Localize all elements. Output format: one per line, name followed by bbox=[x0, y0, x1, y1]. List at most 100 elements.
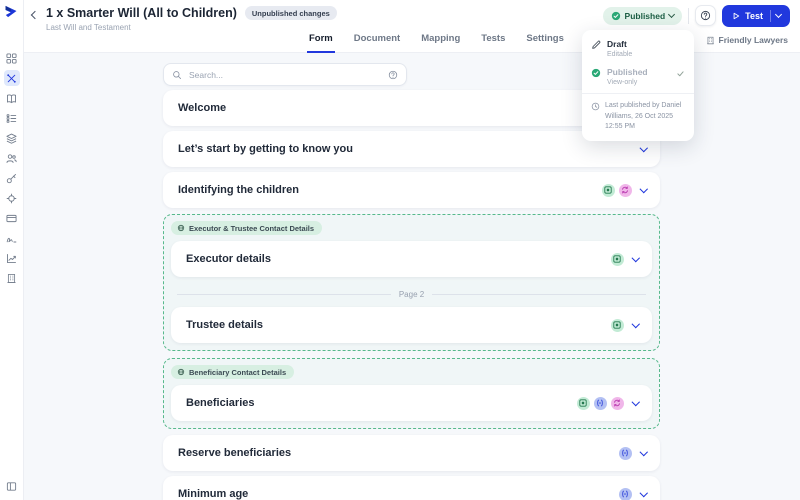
group-label: Executor & Trustee Contact Details bbox=[189, 223, 315, 233]
section-title: Reserve beneficiaries bbox=[178, 447, 292, 459]
tab-settings[interactable]: Settings bbox=[524, 28, 565, 53]
credit-card-icon[interactable] bbox=[4, 210, 20, 226]
section-title: Trustee details bbox=[186, 319, 264, 331]
status-dropdown-menu: Draft Editable Published View-only Last pub… bbox=[582, 30, 694, 141]
unpublished-changes-badge: Unpublished changes bbox=[244, 6, 337, 20]
logic-badge[interactable] bbox=[593, 396, 607, 410]
section-card-executor-details[interactable]: Executor details bbox=[171, 241, 652, 277]
section-card-minimum-age[interactable]: Minimum age bbox=[163, 476, 660, 500]
logic-badge[interactable] bbox=[618, 487, 632, 500]
layers-icon[interactable] bbox=[4, 130, 20, 146]
chevron-down-icon[interactable] bbox=[639, 144, 648, 152]
chevron-down-icon[interactable] bbox=[639, 489, 648, 497]
users-icon[interactable] bbox=[4, 150, 20, 166]
menu-divider bbox=[582, 93, 694, 94]
building-icon bbox=[706, 36, 715, 45]
contact-group-executor-trustee-contact-details: Executor & Trustee Contact Details Execut… bbox=[163, 214, 660, 351]
checklist-icon[interactable] bbox=[4, 110, 20, 126]
search-help-icon[interactable] bbox=[388, 70, 398, 80]
mapping-badge[interactable] bbox=[610, 252, 624, 266]
logic-badge[interactable] bbox=[618, 446, 632, 460]
status-button-label: Published bbox=[624, 10, 666, 21]
book-icon[interactable] bbox=[4, 90, 20, 106]
check-icon bbox=[676, 69, 685, 78]
menu-option-draft[interactable]: Draft Editable bbox=[582, 34, 694, 62]
automation-icon[interactable] bbox=[3, 70, 20, 86]
target-icon[interactable] bbox=[4, 190, 20, 206]
group-label-pill[interactable]: Executor & Trustee Contact Details bbox=[171, 221, 323, 235]
section-badges bbox=[601, 183, 632, 197]
menu-option-text: Draft Editable bbox=[607, 39, 632, 58]
section-card-beneficiaries[interactable]: Beneficiaries bbox=[171, 385, 652, 421]
group-label: Beneficiary Contact Details bbox=[189, 367, 287, 377]
workspace-badge[interactable]: Friendly Lawyers bbox=[706, 35, 788, 45]
last-published-text: Last published by Daniel Williams, 26 Oc… bbox=[605, 102, 682, 130]
help-button[interactable] bbox=[695, 5, 717, 26]
globe-icon bbox=[177, 368, 185, 376]
group-label-pill[interactable]: Beneficiary Contact Details bbox=[171, 365, 295, 379]
grid-icon[interactable] bbox=[4, 50, 20, 66]
chevron-down-icon[interactable] bbox=[631, 320, 640, 328]
page-divider: Page 2 bbox=[177, 290, 647, 299]
check-circle-icon bbox=[611, 11, 621, 21]
menu-option-label: Published bbox=[607, 67, 648, 77]
section-badges bbox=[610, 318, 624, 332]
menu-option-label: Draft bbox=[607, 39, 627, 49]
mapping-badge[interactable] bbox=[576, 396, 590, 410]
check-circle-icon bbox=[591, 68, 601, 78]
app-logo-icon[interactable] bbox=[4, 4, 19, 19]
page-divider-label: Page 2 bbox=[398, 290, 425, 299]
section-list: Welcome Let’s start by getting to know yo… bbox=[163, 90, 660, 500]
mapping-badge[interactable] bbox=[610, 318, 624, 332]
divider bbox=[688, 7, 690, 24]
chevron-down-icon[interactable] bbox=[639, 185, 648, 193]
repeat-badge[interactable] bbox=[618, 183, 632, 197]
back-button[interactable] bbox=[30, 10, 40, 20]
signature-icon[interactable] bbox=[4, 230, 20, 246]
sidebar-nav bbox=[3, 50, 20, 286]
section-badges bbox=[618, 446, 632, 460]
search-bar bbox=[163, 63, 407, 86]
panel-collapse-icon[interactable] bbox=[0, 481, 22, 492]
tab-tests[interactable]: Tests bbox=[479, 28, 507, 53]
globe-icon bbox=[177, 224, 185, 232]
section-title: Executor details bbox=[186, 253, 271, 265]
divider-line bbox=[177, 294, 391, 295]
repeat-badge[interactable] bbox=[610, 396, 624, 410]
section-card-reserve-beneficiaries[interactable]: Reserve beneficiaries bbox=[163, 435, 660, 471]
test-button-label: Test bbox=[745, 10, 763, 21]
test-button[interactable]: Test bbox=[722, 4, 790, 27]
chevron-down-icon[interactable] bbox=[639, 448, 648, 456]
section-badges bbox=[576, 396, 624, 410]
search-input[interactable] bbox=[187, 68, 383, 81]
chevron-down-icon[interactable] bbox=[631, 398, 640, 406]
pencil-icon bbox=[591, 40, 601, 50]
tab-document[interactable]: Document bbox=[352, 28, 402, 53]
section-card-trustee-details[interactable]: Trustee details bbox=[171, 307, 652, 343]
chart-icon[interactable] bbox=[4, 250, 20, 266]
section-badges bbox=[610, 252, 624, 266]
page-title: 1 x Smarter Will (All to Children) bbox=[46, 6, 237, 20]
search-icon bbox=[172, 70, 182, 80]
section-card-identifying-the-children[interactable]: Identifying the children bbox=[163, 172, 660, 208]
mapping-badge[interactable] bbox=[601, 183, 615, 197]
chevron-down-icon bbox=[774, 10, 783, 19]
tabs: Form Document Mapping Tests Settings bbox=[307, 28, 566, 53]
building-icon[interactable] bbox=[4, 270, 20, 286]
menu-option-published[interactable]: Published View-only bbox=[582, 62, 694, 90]
last-published-note: Last published by Daniel Williams, 26 Oc… bbox=[582, 97, 694, 139]
divider-line bbox=[432, 294, 647, 295]
menu-option-text: Published View-only bbox=[607, 67, 648, 86]
menu-option-description: View-only bbox=[607, 79, 638, 86]
section-title: Let’s start by getting to know you bbox=[178, 143, 353, 155]
divider bbox=[770, 9, 771, 22]
tab-mapping[interactable]: Mapping bbox=[419, 28, 462, 53]
chevron-down-icon[interactable] bbox=[631, 254, 640, 262]
header-actions: Published Test bbox=[602, 4, 790, 27]
clock-icon bbox=[591, 101, 600, 133]
status-button[interactable]: Published bbox=[602, 6, 683, 25]
sidebar bbox=[0, 0, 24, 500]
section-title: Minimum age bbox=[178, 488, 249, 500]
key-icon[interactable] bbox=[4, 170, 20, 186]
tab-form[interactable]: Form bbox=[307, 28, 335, 53]
